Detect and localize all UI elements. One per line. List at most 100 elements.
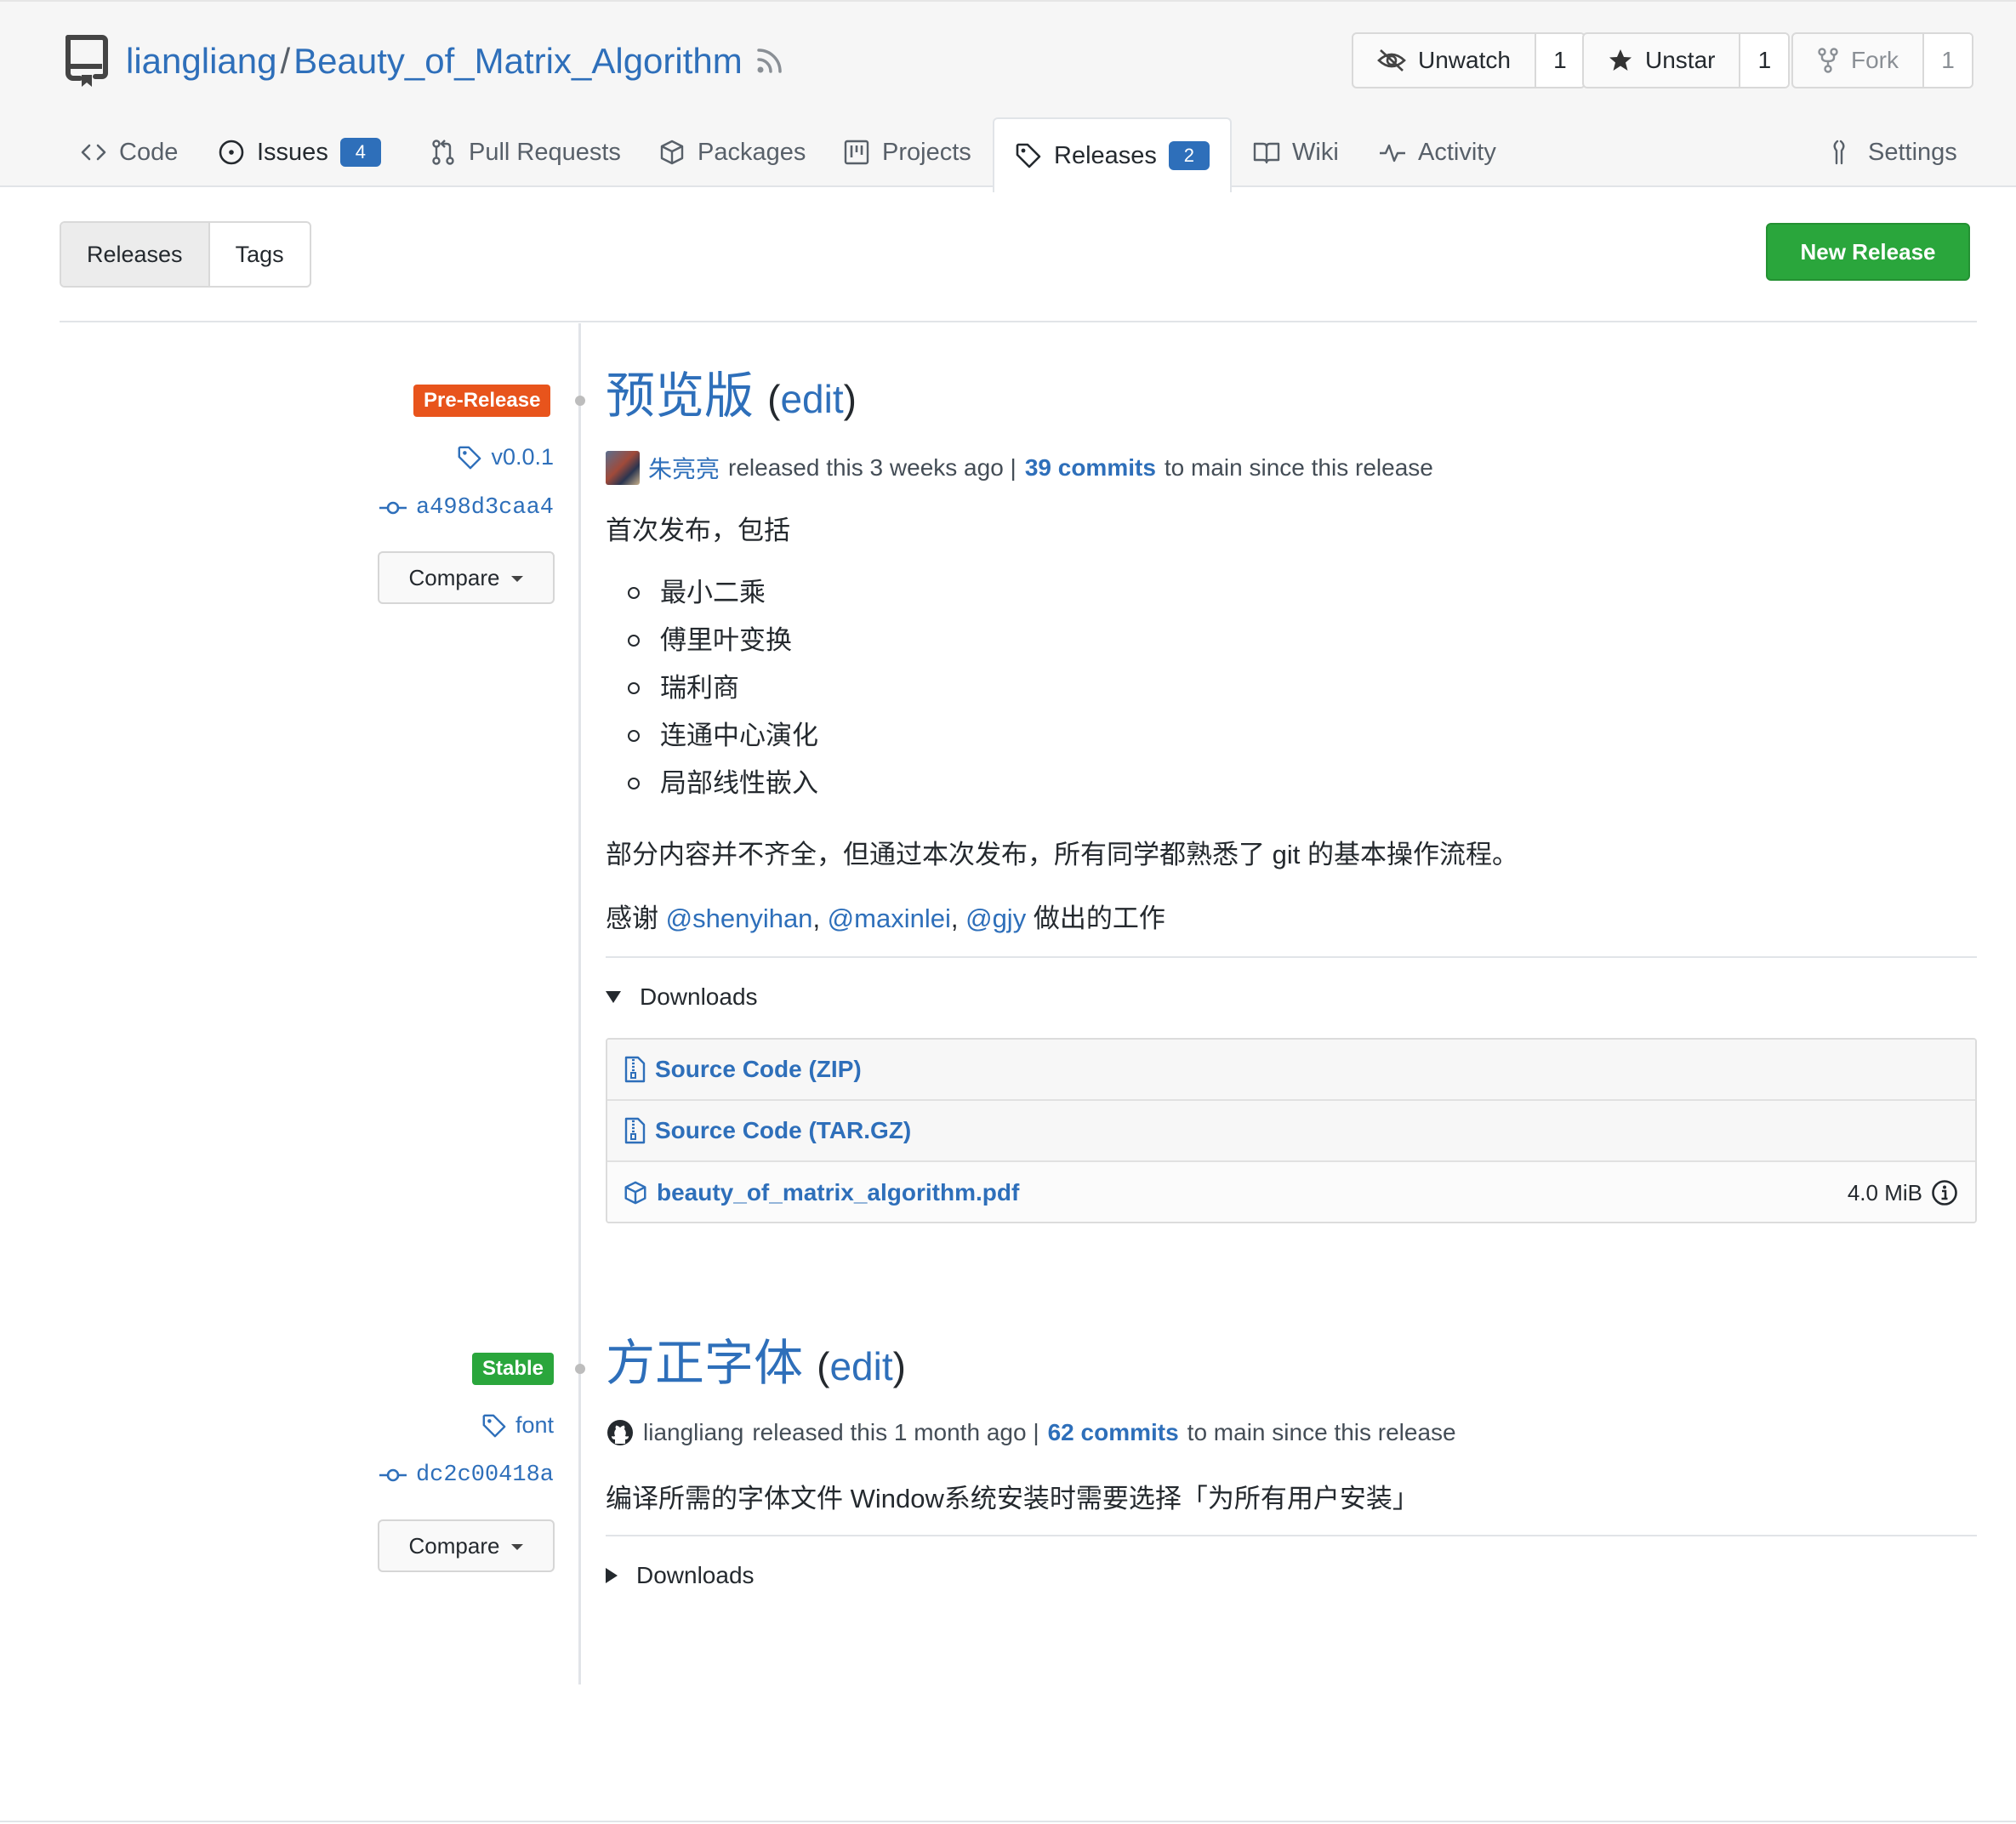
- pre-release-badge: Pre-Release: [413, 385, 551, 417]
- info-icon[interactable]: [1931, 1179, 1958, 1206]
- tab-pull-requests-label: Pull Requests: [469, 138, 621, 166]
- file-size-value: 4.0 MiB: [1847, 1179, 1922, 1206]
- file-size: 4.0 MiB: [1848, 1179, 1958, 1206]
- divider: [606, 956, 1977, 958]
- release-intro: 编译所需的字体文件 Window系统安装时需要选择「为所有用户安装」: [606, 1484, 1419, 1513]
- new-release-button[interactable]: New Release: [1766, 223, 1970, 281]
- avatar[interactable]: [606, 451, 640, 485]
- tab-wiki[interactable]: Wiki: [1253, 116, 1339, 189]
- star-count[interactable]: 1: [1740, 34, 1789, 87]
- release-title-link[interactable]: 方正字体: [606, 1336, 803, 1391]
- tab-releases[interactable]: Releases 2: [993, 117, 1232, 192]
- tag-icon: [1016, 143, 1041, 168]
- commits-link[interactable]: 39 commits: [1025, 454, 1156, 482]
- mention-link[interactable]: @gjy: [965, 903, 1026, 933]
- releases-subnav: Releases Tags: [60, 221, 311, 288]
- eye-slash-icon: [1377, 49, 1406, 71]
- release-title-link[interactable]: 预览版: [606, 368, 754, 424]
- watch-count[interactable]: 1: [1535, 34, 1584, 87]
- triangle-right-icon: [606, 1568, 618, 1583]
- code-icon: [81, 144, 106, 161]
- fork-label: Fork: [1851, 47, 1899, 73]
- issues-count-badge: 4: [339, 138, 381, 167]
- release-title: 方正字体 (edit): [606, 1330, 906, 1400]
- list-item: 连通中心演化: [628, 712, 818, 760]
- repo-name-link[interactable]: Beauty_of_Matrix_Algorithm: [293, 41, 743, 81]
- issue-opened-icon: [219, 140, 244, 165]
- downloads-label: Downloads: [636, 1562, 755, 1588]
- watch-button-group: Unwatch 1: [1352, 32, 1586, 88]
- compare-button[interactable]: Compare: [378, 1519, 555, 1572]
- file-zip-icon: [624, 1117, 646, 1144]
- git-pull-request-icon: [432, 140, 454, 165]
- download-link[interactable]: beauty_of_matrix_algorithm.pdf: [657, 1179, 1019, 1206]
- release-edit-link[interactable]: edit: [829, 1344, 892, 1388]
- tools-icon: [1833, 140, 1845, 165]
- tab-issues[interactable]: Issues 4: [218, 116, 381, 189]
- package-icon: [660, 140, 684, 165]
- timeline-dot: [575, 1364, 585, 1374]
- tab-activity[interactable]: Activity: [1379, 116, 1496, 189]
- since-text: to main since this release: [1164, 454, 1433, 481]
- star-button-group: Unstar 1: [1582, 32, 1791, 88]
- tab-pull-requests[interactable]: Pull Requests: [430, 116, 621, 189]
- tab-code[interactable]: Code: [80, 116, 178, 189]
- repo-icon: [65, 35, 108, 87]
- paren-open: (: [817, 1344, 830, 1388]
- file-zip-icon: [624, 1056, 646, 1083]
- release-note: 部分内容并不齐全，但通过本次发布，所有同学都熟悉了 git 的基本操作流程。: [606, 840, 1518, 869]
- mention-link[interactable]: @maxinlei: [828, 903, 951, 933]
- tab-settings[interactable]: Settings: [1829, 116, 1957, 189]
- tab-issues-label: Issues: [257, 138, 328, 166]
- tab-projects-label: Projects: [882, 138, 971, 166]
- tab-packages[interactable]: Packages: [658, 116, 806, 189]
- fork-button[interactable]: Fork: [1793, 34, 1924, 87]
- paren-close: ): [892, 1344, 906, 1388]
- download-link[interactable]: Source Code (TAR.GZ): [655, 1117, 911, 1144]
- release-commit-sha: dc2c00418a: [415, 1462, 554, 1488]
- release-author-link[interactable]: 朱亮亮: [648, 451, 720, 485]
- release-author: liangliang: [643, 1419, 744, 1445]
- since-text: to main since this release: [1187, 1419, 1456, 1445]
- compare-button[interactable]: Compare: [378, 551, 555, 604]
- download-link[interactable]: Source Code (ZIP): [655, 1056, 862, 1083]
- github-mark-icon: [607, 1420, 633, 1445]
- unwatch-button[interactable]: Unwatch: [1353, 34, 1536, 87]
- unstar-label: Unstar: [1645, 47, 1716, 73]
- release-commit-link[interactable]: a498d3caa4: [379, 495, 554, 521]
- git-commit-icon: [379, 1468, 407, 1482]
- download-row[interactable]: Source Code (TAR.GZ): [607, 1101, 1975, 1162]
- pulse-icon: [1380, 144, 1405, 162]
- repo-separator: /: [280, 41, 291, 81]
- compare-label: Compare: [408, 564, 500, 590]
- download-row[interactable]: beauty_of_matrix_algorithm.pdf 4.0 MiB: [607, 1162, 1975, 1222]
- repo-header: liangliang/Beauty_of_Matrix_Algorithm Un…: [0, 0, 2016, 192]
- repo-tabs: Code Issues 4 Pull Requests Packages Pro…: [0, 116, 2016, 192]
- release-tag-link[interactable]: v0.0.1: [457, 444, 554, 470]
- download-row[interactable]: Source Code (ZIP): [607, 1040, 1975, 1101]
- downloads-toggle[interactable]: Downloads: [606, 1562, 755, 1589]
- mention-link[interactable]: @shenyihan: [666, 903, 813, 933]
- paren-open: (: [767, 377, 781, 421]
- timeline-dot: [575, 396, 585, 406]
- downloads-toggle[interactable]: Downloads: [606, 983, 758, 1011]
- fork-count[interactable]: 1: [1924, 34, 1972, 87]
- list-item: 瑞利商: [628, 664, 818, 712]
- release-commit-link[interactable]: dc2c00418a: [379, 1462, 554, 1488]
- repo-owner-link[interactable]: liangliang: [126, 41, 276, 81]
- subnav-tags[interactable]: Tags: [210, 223, 310, 286]
- commits-link[interactable]: 62 commits: [1048, 1419, 1179, 1446]
- subnav-releases[interactable]: Releases: [61, 223, 210, 286]
- release-tag-link[interactable]: font: [481, 1412, 554, 1439]
- fork-button-group: Fork 1: [1791, 32, 1973, 88]
- release-timeline: [578, 323, 581, 1684]
- unstar-button[interactable]: Unstar: [1584, 34, 1741, 87]
- rss-icon[interactable]: [755, 46, 784, 75]
- git-commit-icon: [379, 501, 407, 515]
- release-commit-sha: a498d3caa4: [415, 495, 554, 521]
- project-icon: [844, 140, 869, 165]
- downloads-label: Downloads: [640, 983, 758, 1010]
- release-edit-link[interactable]: edit: [780, 377, 843, 421]
- thanks-suffix: 做出的工作: [1033, 903, 1165, 933]
- tab-projects[interactable]: Projects: [843, 116, 971, 189]
